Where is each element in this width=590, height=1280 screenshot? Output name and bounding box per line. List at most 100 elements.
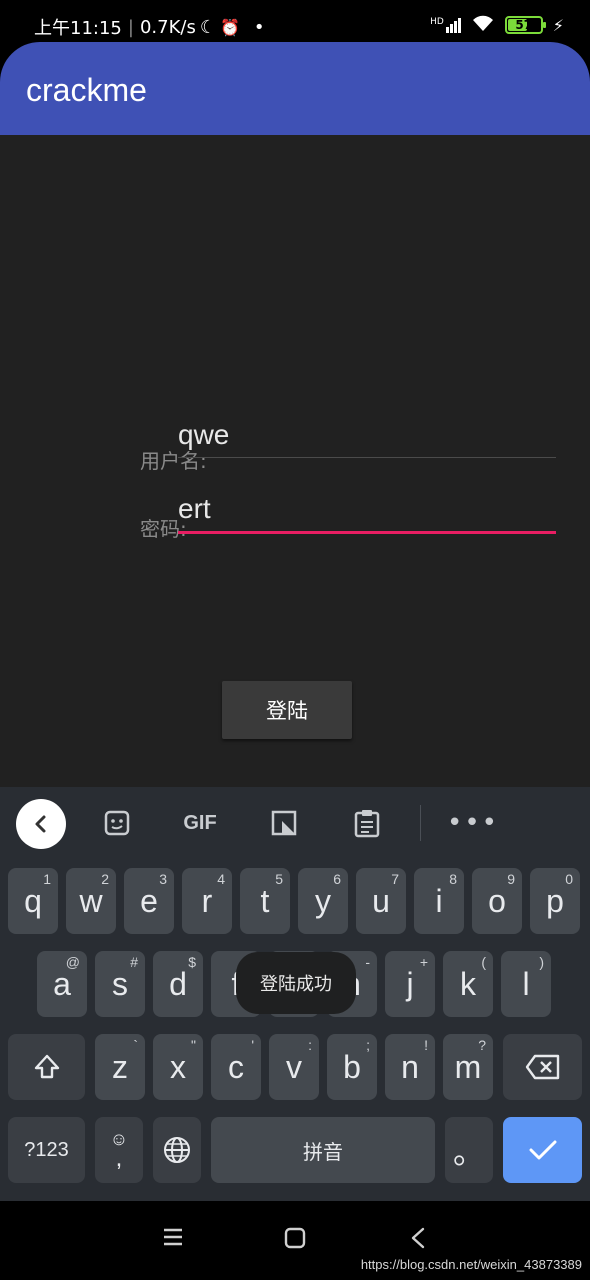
key-hint: 8 xyxy=(449,871,457,887)
key-label: d xyxy=(169,965,187,1002)
login-form: 用户名: qwe 密码: ert 登陆 xyxy=(0,135,590,787)
emoji-comma-key[interactable]: ☺ , xyxy=(95,1117,143,1183)
wifi-icon xyxy=(471,14,495,36)
key-w[interactable]: w2 xyxy=(66,868,116,934)
key-label: j xyxy=(406,965,414,1002)
alarm-icon: ⏰ xyxy=(219,17,240,37)
key-label: s xyxy=(112,965,128,1002)
charging-icon: ⚡ xyxy=(552,15,564,35)
key-hint: ( xyxy=(481,954,486,970)
back-nav-icon[interactable] xyxy=(410,1227,426,1253)
key-e[interactable]: e3 xyxy=(124,868,174,934)
key-label: t xyxy=(260,882,270,919)
key-hint: - xyxy=(365,954,370,970)
key-o[interactable]: o9 xyxy=(472,868,522,934)
key-label: z xyxy=(112,1048,128,1085)
space-key[interactable]: 拼音 xyxy=(211,1117,435,1183)
key-hint: ! xyxy=(424,1037,428,1053)
key-v[interactable]: v: xyxy=(269,1034,319,1100)
keyboard-toolbar: GIF ••• xyxy=(0,787,590,859)
key-hint: ; xyxy=(366,1037,370,1053)
back-icon[interactable] xyxy=(16,799,66,849)
key-label: y xyxy=(315,882,331,919)
comma-label: , xyxy=(115,1145,123,1172)
gif-button[interactable]: GIF xyxy=(175,801,225,845)
login-button[interactable]: 登陆 xyxy=(222,681,352,739)
key-hint: $ xyxy=(188,954,196,970)
key-label: p xyxy=(546,882,564,919)
key-i[interactable]: i8 xyxy=(414,868,464,934)
key-hint: ) xyxy=(539,954,544,970)
key-a[interactable]: a @ xyxy=(37,951,87,1017)
enter-key[interactable] xyxy=(503,1117,582,1183)
app-title: crackme xyxy=(26,72,147,108)
password-input[interactable]: ert xyxy=(178,493,211,525)
key-label: e xyxy=(140,882,158,919)
key-hint: : xyxy=(308,1037,312,1053)
key-p[interactable]: p0 xyxy=(530,868,580,934)
key-label: o xyxy=(488,882,506,919)
moon-icon: ☾ xyxy=(199,16,216,38)
key-z[interactable]: z ` xyxy=(95,1034,145,1100)
key-hint: 3 xyxy=(159,871,167,887)
key-j[interactable]: j + xyxy=(385,951,435,1017)
key-hint: 1 xyxy=(43,871,51,887)
key-b[interactable]: b; xyxy=(327,1034,377,1100)
shift-key[interactable] xyxy=(8,1034,85,1100)
menu-icon[interactable] xyxy=(162,1227,184,1251)
translate-icon[interactable] xyxy=(259,801,309,845)
key-c[interactable]: c ' xyxy=(211,1034,261,1100)
key-label: k xyxy=(460,965,476,1002)
key-hint: ` xyxy=(133,1037,138,1053)
key-k[interactable]: k( xyxy=(443,951,493,1017)
key-hint: 9 xyxy=(507,871,515,887)
period-key[interactable]: 。 xyxy=(445,1117,493,1183)
symbols-key[interactable]: ?123 xyxy=(8,1117,85,1183)
key-hint: + xyxy=(419,954,428,970)
key-hint: 2 xyxy=(101,871,109,887)
key-x[interactable]: x " xyxy=(153,1034,203,1100)
battery-level: 57 xyxy=(515,18,533,32)
key-label: l xyxy=(522,965,530,1002)
key-hint: ' xyxy=(251,1037,254,1053)
username-underline xyxy=(178,457,556,458)
toolbar-divider xyxy=(420,805,421,841)
key-n[interactable]: n! xyxy=(385,1034,435,1100)
key-label: x xyxy=(170,1048,186,1085)
key-y[interactable]: y6 xyxy=(298,868,348,934)
key-t[interactable]: t5 xyxy=(240,868,290,934)
key-r[interactable]: r4 xyxy=(182,868,232,934)
watermark-text: https://blog.csdn.net/weixin_43873389 xyxy=(360,1257,582,1272)
key-u[interactable]: u7 xyxy=(356,868,406,934)
home-icon[interactable] xyxy=(284,1227,306,1253)
key-hint: @ xyxy=(65,954,80,970)
sticker-icon[interactable] xyxy=(92,801,142,845)
key-label: q xyxy=(24,882,42,919)
key-hint: 4 xyxy=(217,871,225,887)
key-s[interactable]: s # xyxy=(95,951,145,1017)
key-d[interactable]: d $ xyxy=(153,951,203,1017)
checkmark-icon xyxy=(529,1140,556,1160)
key-label: r xyxy=(201,882,213,919)
globe-icon[interactable] xyxy=(153,1117,201,1183)
key-label: a xyxy=(53,965,71,1002)
key-hint: ? xyxy=(478,1037,486,1053)
key-label: c xyxy=(228,1048,244,1085)
key-hint: 6 xyxy=(333,871,341,887)
key-label: n xyxy=(401,1048,419,1085)
key-label: m xyxy=(454,1048,482,1085)
key-hint: 0 xyxy=(565,871,573,887)
backspace-key[interactable] xyxy=(503,1034,582,1100)
key-label: v xyxy=(286,1048,302,1085)
key-m[interactable]: m? xyxy=(443,1034,493,1100)
more-icon[interactable]: ••• xyxy=(447,801,498,845)
key-label: w xyxy=(79,882,103,919)
status-separator: | xyxy=(127,16,134,38)
clipboard-icon[interactable] xyxy=(342,801,392,845)
app-bar: crackme xyxy=(0,42,590,135)
key-l[interactable]: l) xyxy=(501,951,551,1017)
key-q[interactable]: q1 xyxy=(8,868,58,934)
signal-icon: HD xyxy=(430,17,461,33)
notification-dot-icon: • xyxy=(253,16,265,38)
username-input[interactable]: qwe xyxy=(178,419,229,451)
